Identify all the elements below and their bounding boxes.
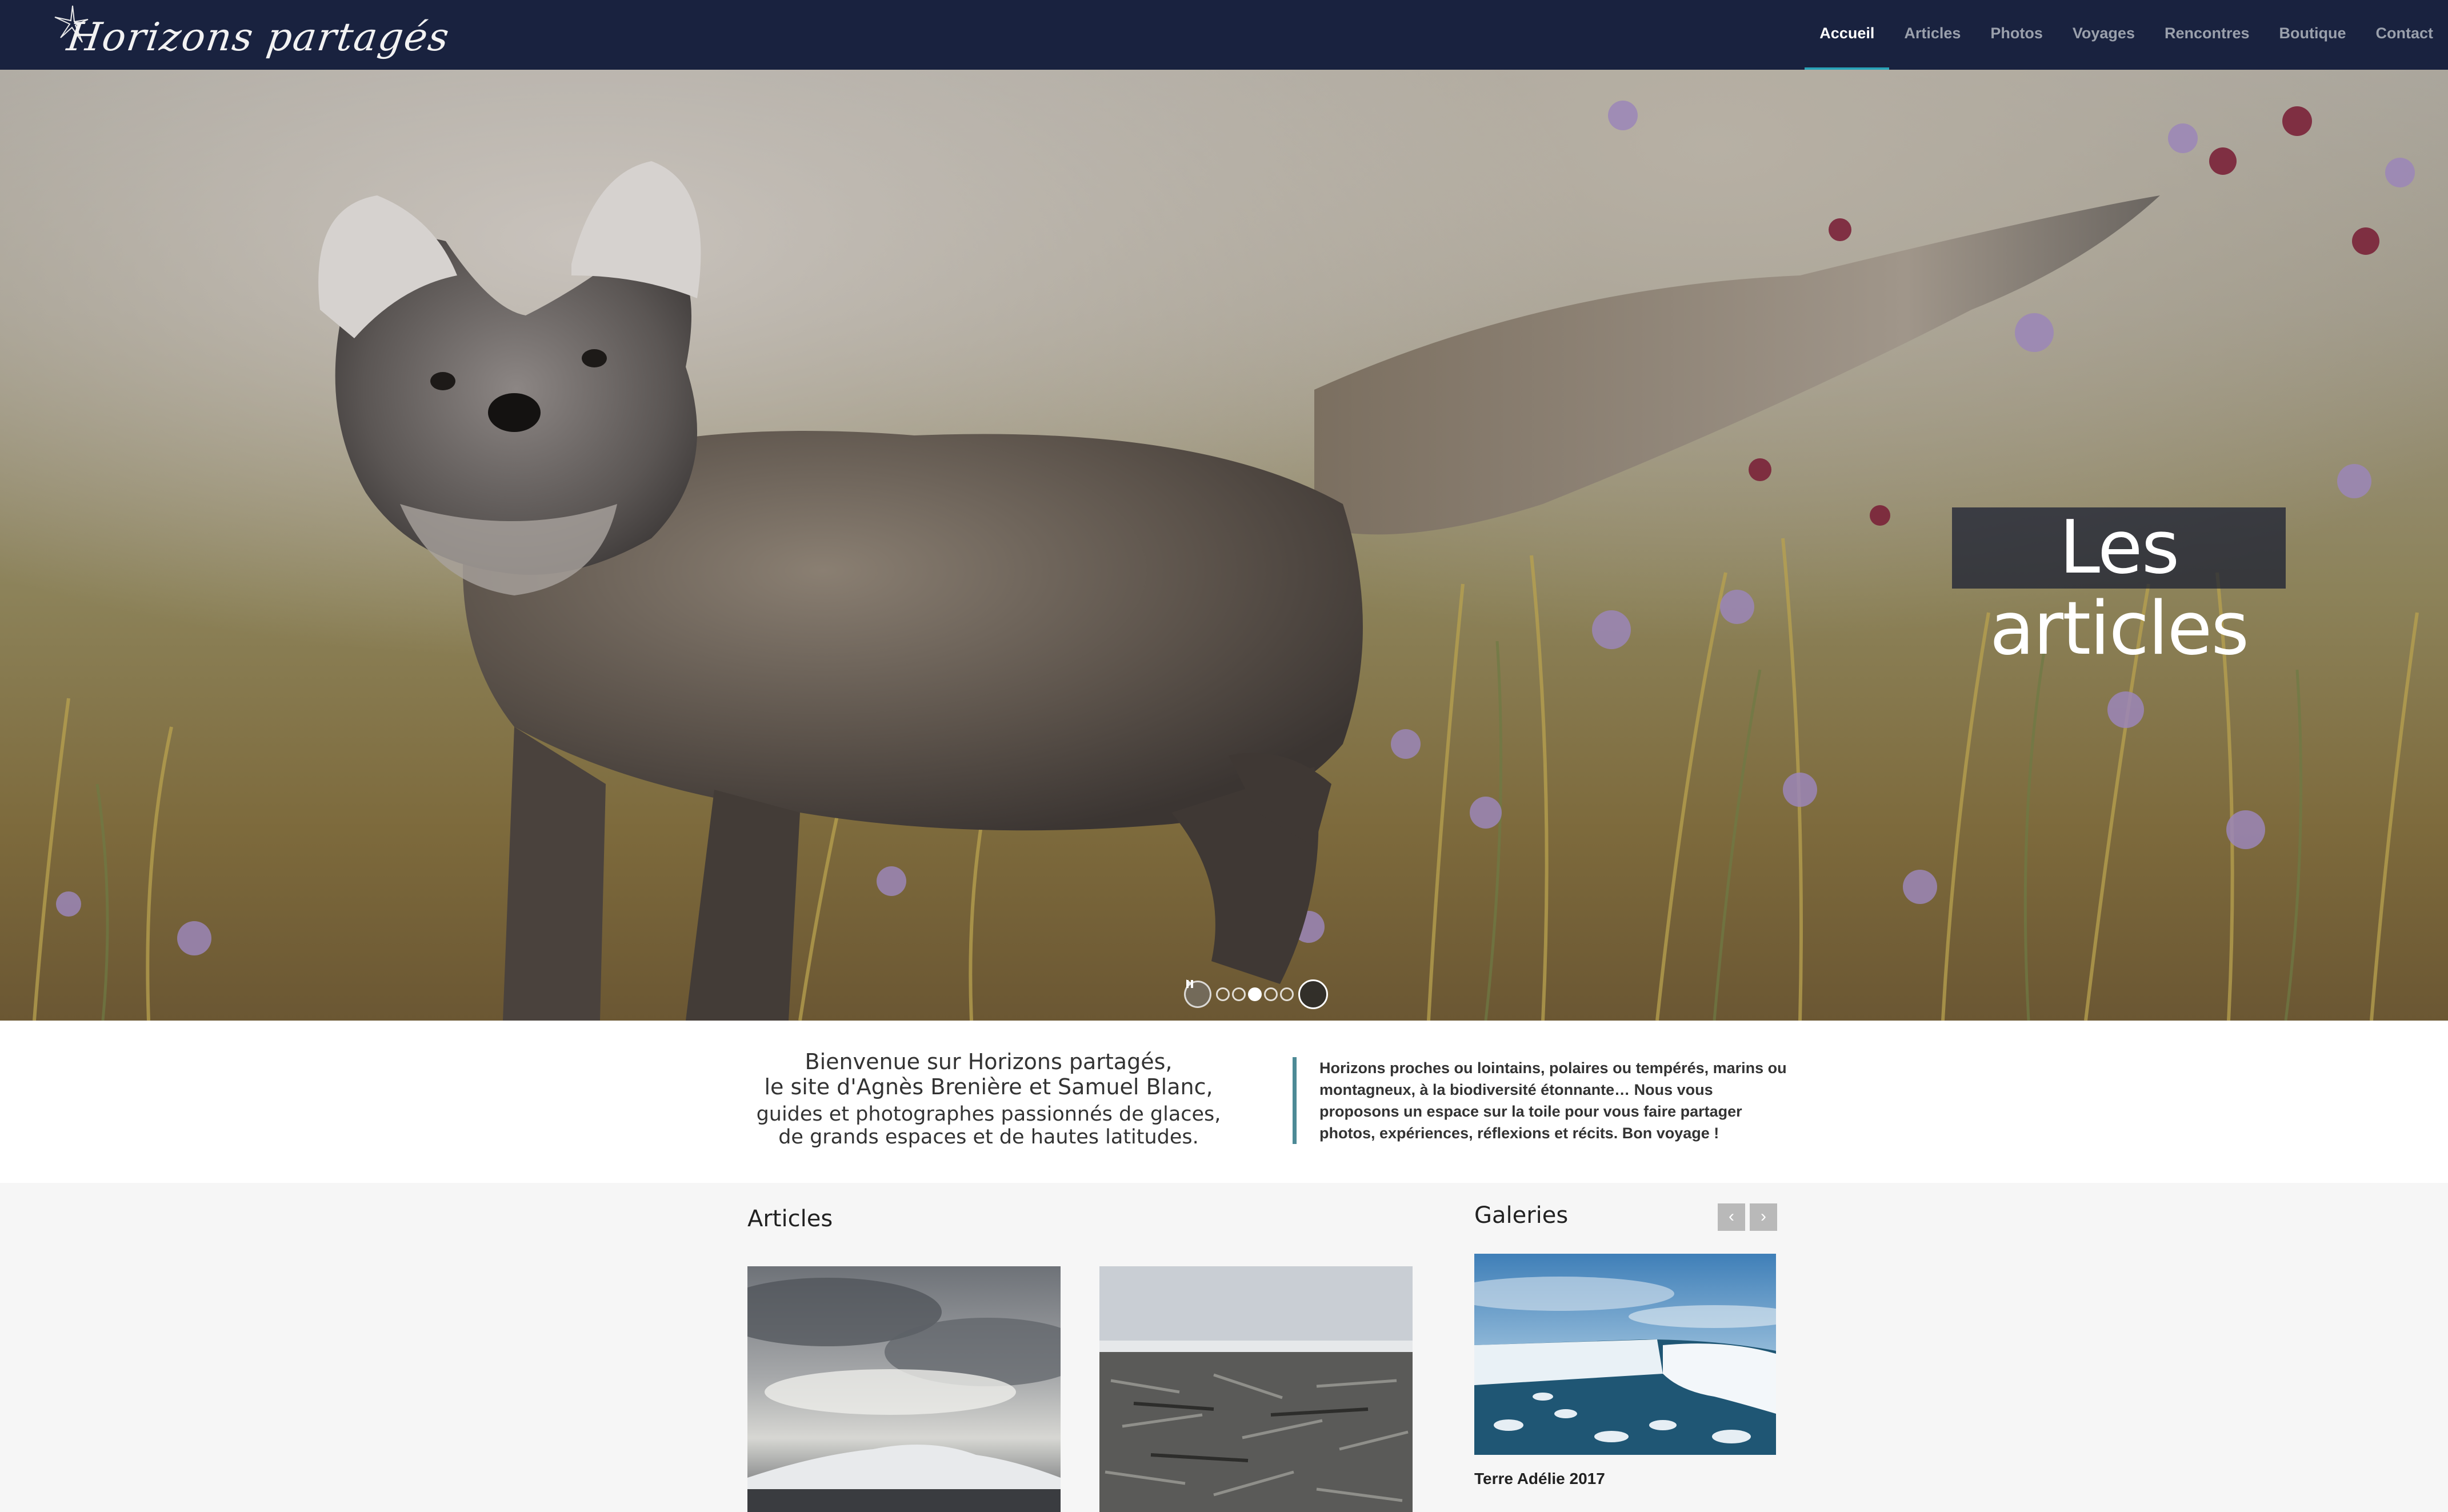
site-logo[interactable]: Horizons partagés	[53, 2, 453, 65]
welcome-line-1: Bienvenue sur Horizons partagés,	[805, 1049, 1173, 1074]
nav-rencontres[interactable]: Rencontres	[2150, 0, 2265, 70]
main-nav: Accueil Articles Photos Voyages Rencontr…	[1805, 0, 2448, 70]
welcome-section: Bienvenue sur Horizons partagés, le site…	[0, 1021, 2448, 1183]
site-header: Horizons partagés Accueil Articles Photo…	[0, 0, 2448, 70]
nav-articles[interactable]: Articles	[1889, 0, 1975, 70]
nav-boutique[interactable]: Boutique	[2265, 0, 2361, 70]
nav-accueil[interactable]: Accueil	[1805, 0, 1890, 70]
slide-dot-1[interactable]	[1216, 987, 1230, 1001]
slide-dot-5[interactable]	[1280, 987, 1294, 1001]
welcome-line-4: de grands espaces et de hautes latitudes…	[778, 1126, 1199, 1149]
intro-quote: Horizons proches ou lointains, polaires …	[1293, 1057, 1788, 1144]
welcome-line-3: guides et photographes passionnés de gla…	[756, 1103, 1221, 1126]
welcome-text: Bienvenue sur Horizons partagés, le site…	[743, 1049, 1234, 1149]
logo-text: Horizons partagés	[64, 15, 453, 60]
articles-heading: Articles	[747, 1206, 833, 1232]
slide-dot-4[interactable]	[1264, 987, 1278, 1001]
slide-dot-3[interactable]	[1248, 987, 1262, 1001]
slide-dot-2[interactable]	[1232, 987, 1246, 1001]
gallery-thumbnail	[1474, 1254, 1776, 1455]
nav-contact[interactable]: Contact	[2361, 0, 2448, 70]
article-thumbnail-2	[1099, 1266, 1413, 1512]
hero-slider[interactable]: Les articles	[0, 70, 2448, 1021]
gallery-prev-button[interactable]: ‹	[1718, 1203, 1745, 1231]
gallery-next-button[interactable]: ›	[1750, 1203, 1777, 1231]
slider-controls	[1184, 978, 1328, 1010]
pause-icon	[1186, 980, 1193, 988]
pause-button[interactable]	[1186, 979, 1328, 1009]
galleries-heading: Galeries	[1474, 1202, 1569, 1229]
article-card-1[interactable]	[747, 1266, 1061, 1512]
article-card-2[interactable]	[1099, 1266, 1413, 1512]
article-thumbnail-1	[747, 1266, 1061, 1512]
gallery-card[interactable]	[1474, 1254, 1776, 1455]
welcome-line-2: le site d'Agnès Brenière et Samuel Blanc…	[764, 1074, 1213, 1099]
nav-voyages[interactable]: Voyages	[2058, 0, 2150, 70]
gallery-caption[interactable]: Terre Adélie 2017	[1474, 1470, 1605, 1488]
nav-photos[interactable]: Photos	[1975, 0, 2058, 70]
hero-caption[interactable]: Les articles	[1952, 507, 2286, 670]
